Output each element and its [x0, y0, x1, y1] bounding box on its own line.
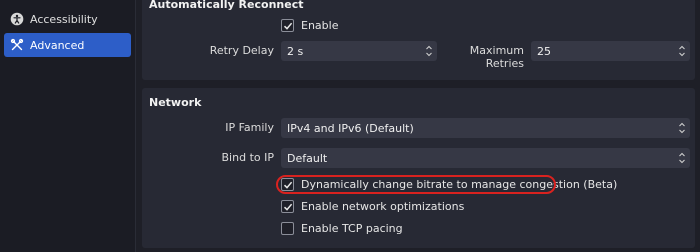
bind-ip-label: Bind to IP: [221, 151, 274, 164]
checkbox-checked-icon: [281, 19, 294, 32]
max-retries-spinbox[interactable]: 25: [531, 41, 690, 61]
checkbox-label: Enable: [301, 19, 339, 32]
checkbox-label: Enable network optimizations: [301, 200, 465, 213]
checkbox-checked-icon: [281, 200, 294, 213]
retry-delay-spinbox[interactable]: 2 s: [281, 41, 437, 61]
dropdown-arrows-icon: [678, 150, 686, 166]
network-title: Network: [149, 96, 202, 109]
checkbox-unchecked-icon: [281, 222, 294, 235]
sidebar-item-accessibility[interactable]: Accessibility: [4, 7, 131, 31]
bind-ip-value: Default: [287, 151, 328, 165]
bind-ip-select[interactable]: Default: [281, 148, 690, 168]
reconnect-panel: Automatically Reconnect Enable Retry Del…: [142, 0, 695, 80]
wrench-icon: [10, 38, 24, 52]
checkbox-label: Enable TCP pacing: [301, 222, 403, 235]
max-retries-value: 25: [537, 44, 551, 58]
max-retries-label: Maximum Retries: [469, 44, 524, 70]
accessibility-icon: [10, 12, 24, 26]
network-panel: Network IP Family IPv4 and IPv6 (Default…: [142, 88, 695, 248]
retry-delay-label: Retry Delay: [209, 44, 274, 57]
settings-sidebar: Accessibility Advanced: [0, 0, 136, 252]
reconnect-title: Automatically Reconnect: [149, 0, 304, 11]
sidebar-item-advanced[interactable]: Advanced: [4, 33, 131, 57]
spin-arrows-icon[interactable]: [678, 43, 686, 59]
reconnect-enable-checkbox[interactable]: Enable: [281, 19, 338, 32]
retry-delay-value: 2 s: [287, 44, 304, 58]
spin-arrows-icon[interactable]: [425, 43, 433, 59]
ip-family-value: IPv4 and IPv6 (Default): [287, 121, 414, 135]
sidebar-item-label: Accessibility: [30, 12, 98, 26]
network-optimizations-checkbox[interactable]: Enable network optimizations: [281, 200, 464, 213]
ip-family-label: IP Family: [225, 121, 274, 134]
sidebar-item-label: Advanced: [30, 38, 85, 52]
highlight-annotation: [276, 175, 556, 194]
tcp-pacing-checkbox[interactable]: Enable TCP pacing: [281, 222, 403, 235]
dropdown-arrows-icon: [678, 120, 686, 136]
ip-family-select[interactable]: IPv4 and IPv6 (Default): [281, 118, 690, 138]
